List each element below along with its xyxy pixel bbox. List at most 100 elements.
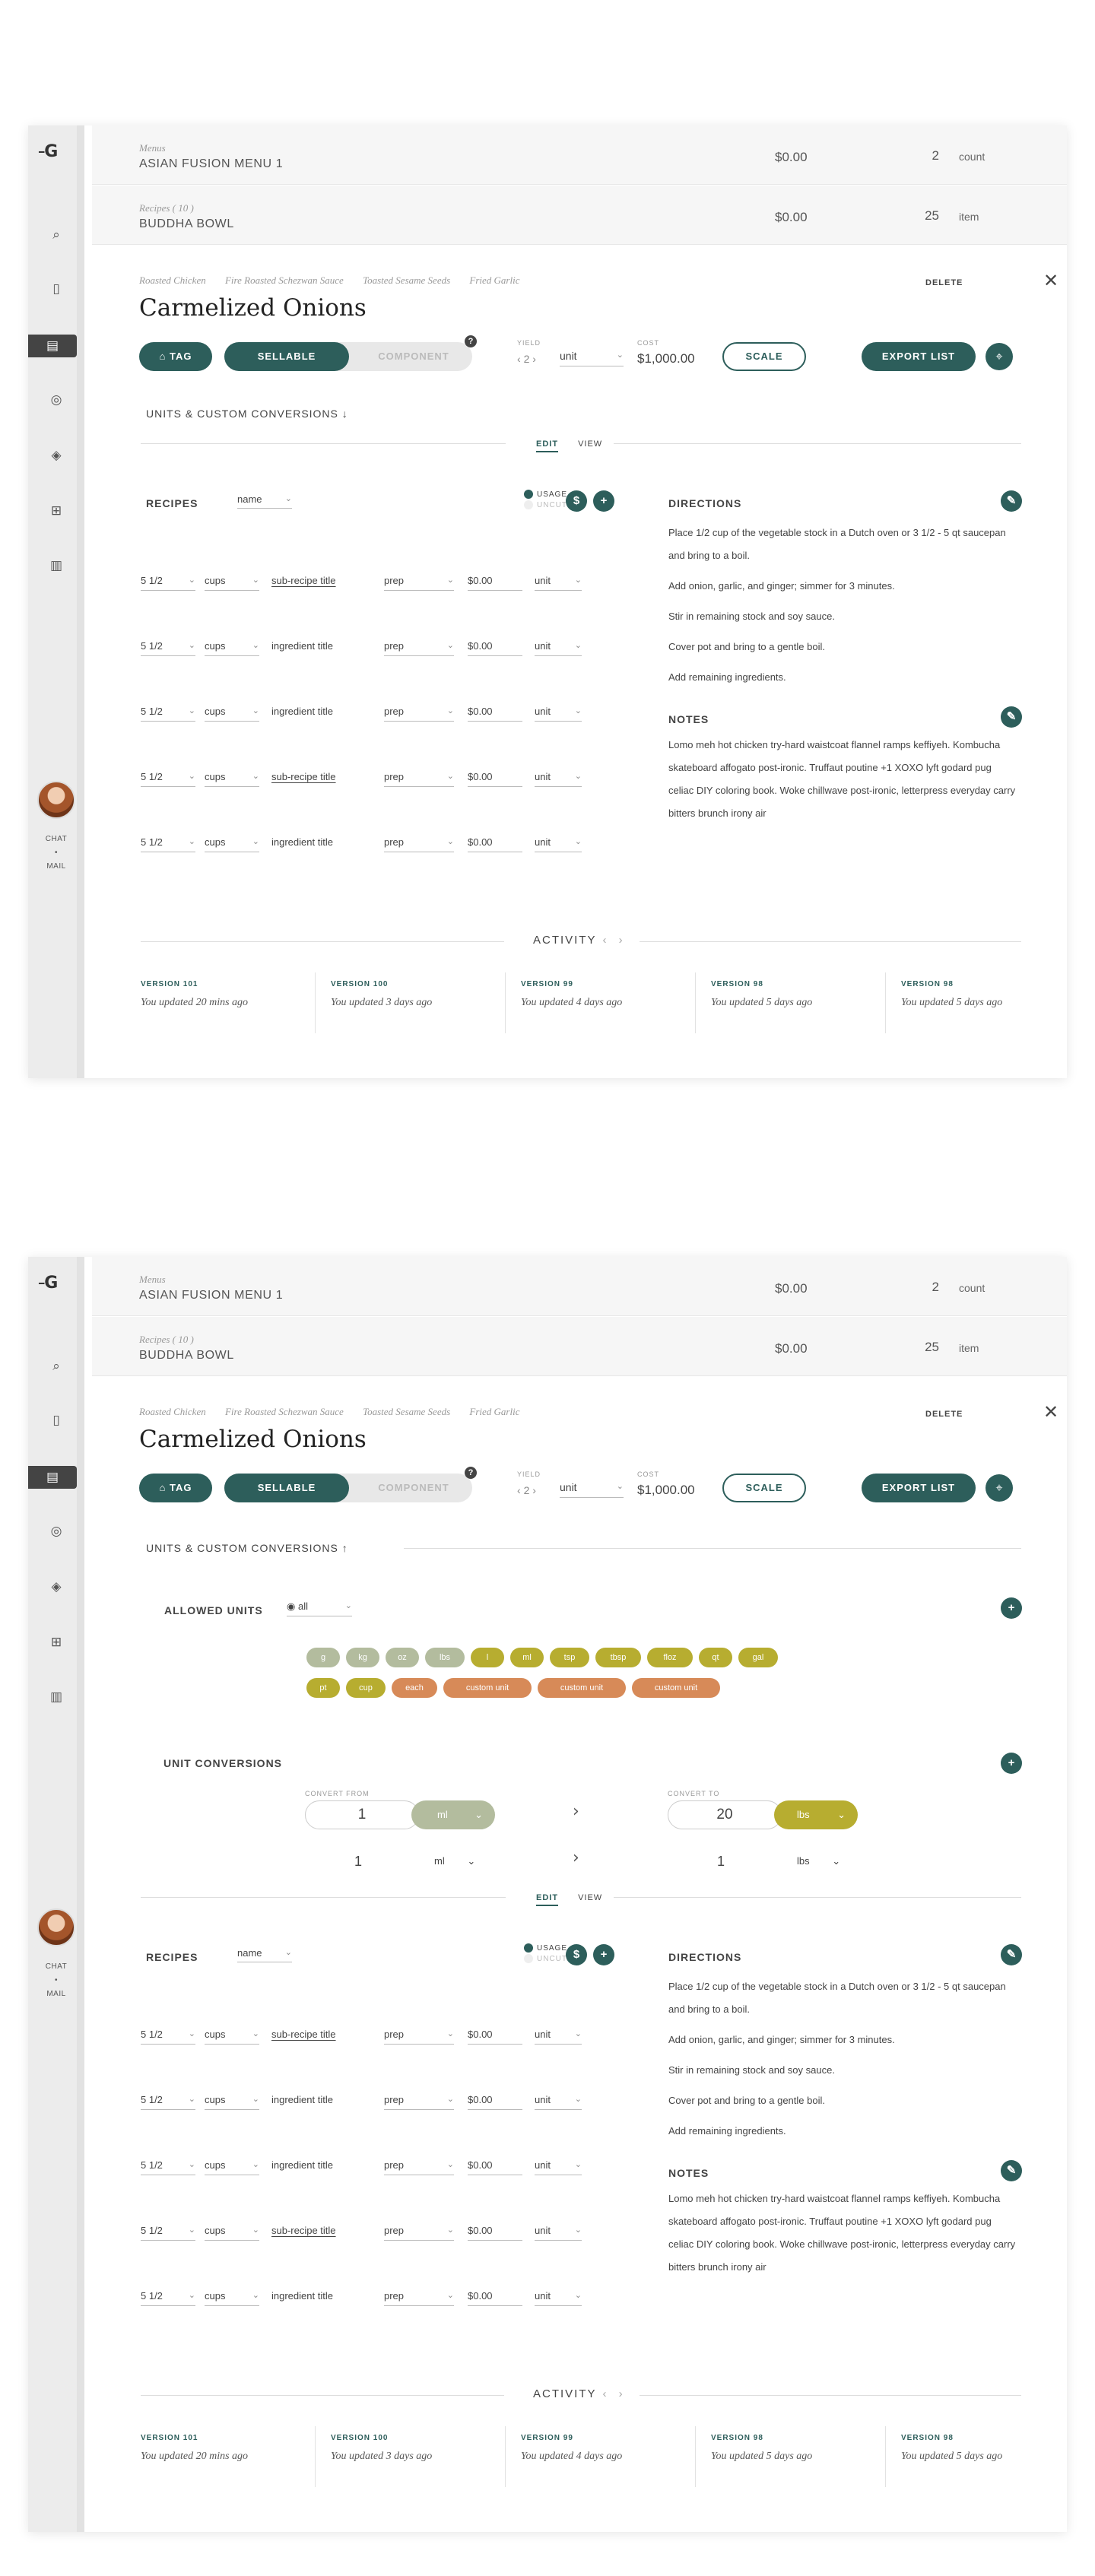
prep-select[interactable]: prep ⌄	[384, 2290, 454, 2306]
ingredient-row[interactable]: 5 1/2 ⌄ cups ⌄ ingredient title prep ⌄ $0.00 uni…	[141, 836, 627, 855]
breadcrumb-item[interactable]: Fried Garlic	[469, 274, 519, 286]
qty-select[interactable]: 5 1/2 ⌄	[141, 771, 195, 787]
onion-icon[interactable]: ◎	[46, 1521, 66, 1541]
conversion-from-unit[interactable]: ml ⌄	[434, 1855, 475, 1867]
cost-toggle-button[interactable]: $	[566, 490, 587, 512]
avatar[interactable]	[37, 1908, 75, 1946]
tag-icon[interactable]: ◈	[46, 1577, 66, 1597]
qty-select[interactable]: 5 1/2 ⌄	[141, 575, 195, 591]
prep-select[interactable]: prep ⌄	[384, 706, 454, 722]
cost-unit-select[interactable]: unit ⌄	[535, 2094, 582, 2110]
ingredient-cost[interactable]: $0.00	[468, 771, 522, 787]
activity-nav-arrows[interactable]: ‹ ›	[603, 2387, 627, 2400]
ingredient-title[interactable]: ingredient title	[271, 2290, 370, 2305]
app-logo[interactable]: ━G	[39, 142, 58, 161]
ingredient-title[interactable]: sub-recipe title	[271, 575, 370, 590]
ingredient-row[interactable]: 5 1/2 ⌄ cups ⌄ ingredient title prep ⌄ $0.00 uni…	[141, 2159, 627, 2178]
close-icon[interactable]: ✕	[1043, 270, 1058, 291]
delete-button[interactable]: DELETE	[925, 1410, 963, 1419]
conversion-from-value[interactable]: 1	[354, 1854, 362, 1870]
version-item[interactable]: VERSION 98 You updated 5 days ago	[711, 2426, 886, 2487]
recipes-sort-select[interactable]: name ⌄	[237, 493, 292, 509]
ingredient-title[interactable]: ingredient title	[271, 706, 370, 721]
add-ingredient-button[interactable]: +	[593, 490, 614, 512]
yield-unit-select[interactable]: unit ⌄	[560, 350, 624, 366]
delete-button[interactable]: DELETE	[925, 278, 963, 287]
sellable-component-toggle[interactable]: SELLABLE COMPONENT	[224, 342, 472, 371]
cost-unit-select[interactable]: unit ⌄	[535, 2290, 582, 2306]
ingredient-cost[interactable]: $0.00	[468, 2159, 522, 2175]
cart-icon[interactable]: ⊞	[46, 501, 66, 521]
help-icon[interactable]: ?	[465, 335, 477, 347]
usage-toggle[interactable]: USAGE UNCUT	[524, 490, 567, 511]
menu-row[interactable]: Menus ASIAN FUSION MENU 1 $0.00 2 count	[92, 1257, 1067, 1316]
convert-from-value[interactable]: 1	[305, 1800, 419, 1829]
ingredient-row[interactable]: 5 1/2 ⌄ cups ⌄ ingredient title prep ⌄ $0.00 uni…	[141, 640, 627, 658]
cost-unit-select[interactable]: unit ⌄	[535, 2029, 582, 2045]
tag-button[interactable]: ⌂ TAG	[139, 1474, 212, 1502]
qty-select[interactable]: 5 1/2 ⌄	[141, 2029, 195, 2045]
ingredient-cost[interactable]: $0.00	[468, 706, 522, 722]
version-item[interactable]: VERSION 101 You updated 20 mins ago	[141, 972, 316, 1033]
document-icon[interactable]: ▯	[46, 279, 66, 299]
recipe-row[interactable]: Recipes ( 10 ) BUDDHA BOWL $0.00 25 item	[92, 1317, 1067, 1376]
tab-view[interactable]: VIEW	[578, 1893, 602, 1902]
ingredient-title[interactable]: sub-recipe title	[271, 771, 370, 786]
ingredient-row[interactable]: 5 1/2 ⌄ cups ⌄ sub-recipe title prep ⌄ $0.00 uni…	[141, 771, 627, 789]
version-item[interactable]: VERSION 101 You updated 20 mins ago	[141, 2426, 316, 2487]
units-conversions-toggle[interactable]: UNITS & CUSTOM CONVERSIONS ↑	[146, 1542, 348, 1554]
breadcrumb-item[interactable]: Toasted Sesame Seeds	[363, 1406, 450, 1417]
unit-chip[interactable]: ml	[510, 1648, 544, 1667]
document-icon[interactable]: ▯	[46, 1410, 66, 1430]
unit-chip[interactable]: each	[392, 1678, 437, 1698]
unit-chip[interactable]: gal	[738, 1648, 778, 1667]
qty-select[interactable]: 5 1/2 ⌄	[141, 706, 195, 722]
qty-select[interactable]: 5 1/2 ⌄	[141, 640, 195, 656]
recipe-row[interactable]: Recipes ( 10 ) BUDDHA BOWL $0.00 25 item	[92, 186, 1067, 245]
ingredient-title[interactable]: sub-recipe title	[271, 2029, 370, 2044]
qty-select[interactable]: 5 1/2 ⌄	[141, 2159, 195, 2175]
ingredient-row[interactable]: 5 1/2 ⌄ cups ⌄ ingredient title prep ⌄ $0.00 uni…	[141, 2290, 627, 2308]
cost-toggle-button[interactable]: $	[566, 1944, 587, 1965]
add-unit-button[interactable]: +	[1001, 1597, 1022, 1619]
unit-select[interactable]: cups ⌄	[205, 2225, 259, 2241]
unit-chip[interactable]: pt	[306, 1678, 340, 1698]
unit-chip[interactable]: custom unit	[632, 1678, 720, 1698]
prep-select[interactable]: prep ⌄	[384, 2225, 454, 2241]
ingredient-row[interactable]: 5 1/2 ⌄ cups ⌄ ingredient title prep ⌄ $0.00 uni…	[141, 2094, 627, 2112]
app-logo[interactable]: ━G	[39, 1274, 58, 1293]
prep-select[interactable]: prep ⌄	[384, 2094, 454, 2110]
unit-chip[interactable]: cup	[346, 1678, 386, 1698]
yield-unit-select[interactable]: unit ⌄	[560, 1481, 624, 1498]
unit-chip[interactable]: l	[471, 1648, 504, 1667]
add-ingredient-button[interactable]: +	[593, 1944, 614, 1965]
unit-chip[interactable]: floz	[647, 1648, 693, 1667]
prep-select[interactable]: prep ⌄	[384, 640, 454, 656]
unit-chip[interactable]: qt	[699, 1648, 732, 1667]
version-item[interactable]: VERSION 99 You updated 4 days ago	[521, 2426, 696, 2487]
unit-chip[interactable]: oz	[386, 1648, 419, 1667]
help-icon[interactable]: ?	[465, 1467, 477, 1479]
units-conversions-toggle[interactable]: UNITS & CUSTOM CONVERSIONS ↓	[146, 408, 348, 420]
share-icon[interactable]: ⌖	[986, 1474, 1013, 1502]
sellable-option[interactable]: SELLABLE	[224, 342, 349, 371]
version-item[interactable]: VERSION 98 You updated 5 days ago	[901, 972, 1067, 1033]
convert-to-value[interactable]: 20	[668, 1800, 782, 1829]
activity-nav-arrows[interactable]: ‹ ›	[603, 934, 627, 947]
ingredient-cost[interactable]: $0.00	[468, 640, 522, 656]
breadcrumb-item[interactable]: Roasted Chicken	[139, 274, 206, 286]
convert-to-unit-select[interactable]: lbs ⌄	[774, 1800, 858, 1829]
chat-mail-link[interactable]: CHAT • MAIL	[28, 833, 84, 874]
breadcrumb-item[interactable]: Roasted Chicken	[139, 1406, 206, 1417]
ingredient-row[interactable]: 5 1/2 ⌄ cups ⌄ sub-recipe title prep ⌄ $0.00 uni…	[141, 2225, 627, 2243]
unit-select[interactable]: cups ⌄	[205, 706, 259, 722]
sellable-option[interactable]: SELLABLE	[224, 1474, 349, 1502]
scale-button[interactable]: SCALE	[722, 342, 806, 371]
version-item[interactable]: VERSION 100 You updated 3 days ago	[331, 972, 506, 1033]
breadcrumb-item[interactable]: Toasted Sesame Seeds	[363, 274, 450, 286]
unit-select[interactable]: cups ⌄	[205, 575, 259, 591]
ingredient-row[interactable]: 5 1/2 ⌄ cups ⌄ sub-recipe title prep ⌄ $0.00 uni…	[141, 2029, 627, 2047]
ingredient-cost[interactable]: $0.00	[468, 2094, 522, 2110]
add-conversion-button[interactable]: +	[1001, 1753, 1022, 1774]
scale-button[interactable]: SCALE	[722, 1474, 806, 1502]
